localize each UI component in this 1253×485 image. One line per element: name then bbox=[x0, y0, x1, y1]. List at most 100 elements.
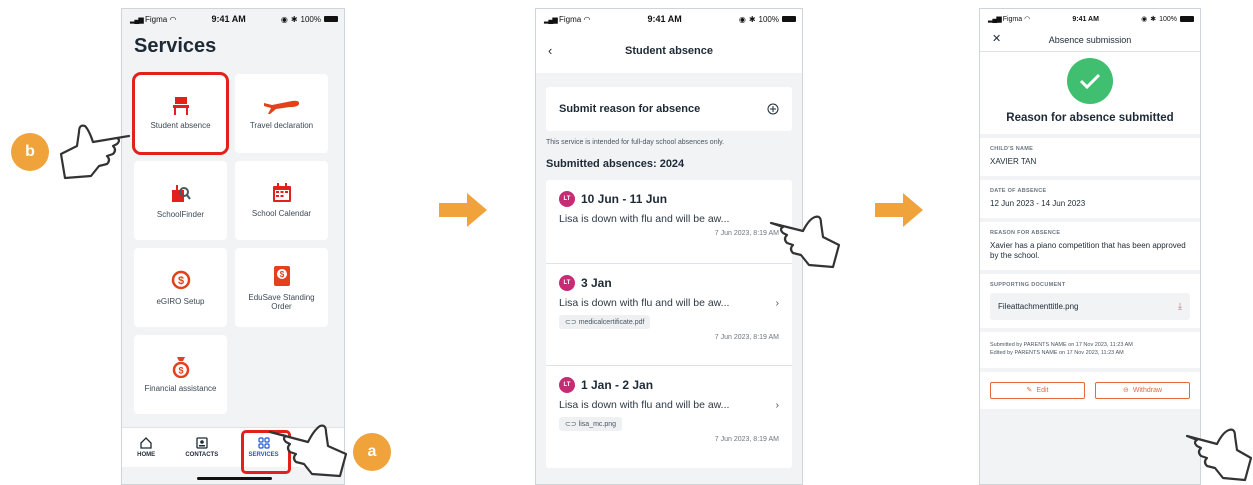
phone-absence-submission-screen: ▂▄▆ Figma ◠ 9:41 AM ◉ ✱ 100% ✕ Absence sub… bbox=[979, 8, 1201, 485]
clock: 9:41 AM bbox=[647, 14, 682, 24]
attachment-name: Fileattachmenttitle.png bbox=[998, 302, 1079, 312]
tile-label: Student absence bbox=[150, 121, 211, 130]
tab-label: CONTACTS bbox=[185, 452, 219, 458]
step-badge-a: a bbox=[353, 433, 391, 471]
step-badge-b: b bbox=[11, 133, 49, 171]
battery-percent: 100% bbox=[1159, 15, 1177, 23]
success-headline: Reason for absence submitted bbox=[1006, 112, 1174, 124]
absence-dates: 1 Jan - 2 Jan bbox=[581, 378, 654, 392]
status-bar: ▂▄▆ Figma ◠ 9:41 AM ◉ ✱ 100% bbox=[122, 9, 344, 29]
tile-label: Financial assistance bbox=[144, 384, 217, 393]
battery-percent: 100% bbox=[758, 14, 779, 24]
alarm-icon: ◉ bbox=[1141, 16, 1148, 23]
submitted-date: 7 Jun 2023, 8:19 AM bbox=[714, 334, 779, 341]
pointing-hand-icon bbox=[769, 215, 841, 269]
clock: 9:41 AM bbox=[211, 14, 246, 24]
section-heading: Submitted absences: 2024 bbox=[546, 158, 685, 170]
dollar-cycle-icon: $ bbox=[171, 270, 190, 290]
submitted-date: 7 Jun 2023, 8:19 AM bbox=[714, 230, 779, 237]
download-icon[interactable]: ⤓ bbox=[1178, 301, 1182, 312]
page-title: Student absence bbox=[624, 45, 714, 57]
tile-travel-declaration[interactable]: Travel declaration bbox=[235, 74, 328, 153]
battery-icon bbox=[1180, 16, 1194, 22]
page-title: Services bbox=[134, 35, 217, 57]
tile-label: SchoolFinder bbox=[156, 210, 205, 219]
absence-item[interactable]: LT 3 Jan Lisa is down with flu and will b… bbox=[546, 264, 792, 366]
signal-icon: ▂▄▆ bbox=[544, 16, 558, 24]
avatar: LT bbox=[559, 275, 575, 291]
tab-home[interactable]: HOME bbox=[137, 437, 155, 458]
alarm-icon: ◉ bbox=[738, 14, 746, 24]
absence-item[interactable]: LT 10 Jun - 11 Jun Lisa is down with flu … bbox=[546, 180, 792, 264]
wifi-icon: ◠ bbox=[583, 14, 591, 24]
edited-by: Edited by PARENTS NAME on 17 Nov 2023, 1… bbox=[990, 349, 1124, 356]
minus-circle-icon: ⊖ bbox=[1122, 387, 1129, 395]
carrier-label: Figma bbox=[1002, 16, 1023, 23]
wifi-icon: ◠ bbox=[169, 14, 177, 24]
absence-item[interactable]: LT 1 Jan - 2 Jan Lisa is down with flu an… bbox=[546, 366, 792, 468]
carrier-label: Figma bbox=[144, 14, 168, 24]
field-label: CHILD'S NAME bbox=[990, 146, 1034, 152]
service-note: This service is intended for full-day sc… bbox=[546, 139, 725, 146]
tile-edusave-standing-order[interactable]: $ EduSave Standing Order bbox=[235, 248, 328, 327]
close-icon[interactable]: ✕ bbox=[992, 32, 1001, 45]
field-value: Xavier has a piano competition that has … bbox=[990, 240, 1186, 261]
absence-description: Lisa is down with flu and will be aw... bbox=[559, 297, 730, 309]
chair-icon bbox=[172, 97, 189, 115]
tile-label: EduSave Standing Order bbox=[248, 292, 315, 311]
field-label: DATE OF ABSENCE bbox=[990, 187, 1047, 194]
airplane-icon bbox=[263, 100, 299, 114]
tile-school-calendar[interactable]: School Calendar bbox=[235, 161, 328, 240]
paperclip-icon: ⊂⊃ bbox=[565, 421, 579, 428]
svg-text:$: $ bbox=[279, 270, 284, 279]
arrow-right-icon bbox=[439, 193, 487, 227]
tile-student-absence[interactable]: Student absence bbox=[132, 72, 229, 155]
attachment-chip[interactable]: ⊂⊃ lisa_mc.png bbox=[559, 417, 623, 431]
attachment-chip[interactable]: ⊂⊃ medicalcertificate.pdf bbox=[559, 315, 651, 329]
field-supporting-document: SUPPORTING DOCUMENT Fileattachmenttitle.… bbox=[980, 274, 1200, 329]
back-chevron-icon[interactable]: ‹ bbox=[548, 43, 552, 58]
field-date-of-absence: DATE OF ABSENCE 12 Jun 2023 - 14 Jun 202… bbox=[980, 179, 1200, 218]
phone-student-absence-screen: ▂▄▆ Figma ◠ 9:41 AM ◉ ✱ 100% ‹ Student abs… bbox=[535, 8, 803, 485]
absence-body: Submit reason for absence This service i… bbox=[536, 73, 802, 468]
status-bar: ▂▄▆ Figma ◠ 9:41 AM ◉ ✱ 100% bbox=[980, 9, 1200, 29]
home-icon bbox=[140, 437, 152, 449]
absence-dates: 3 Jan bbox=[581, 276, 612, 290]
success-banner: Reason for absence submitted bbox=[980, 51, 1200, 134]
field-value: 12 Jun 2023 - 14 Jun 2023 bbox=[990, 198, 1086, 208]
tile-label: eGIRO Setup bbox=[156, 297, 205, 306]
pointing-hand-icon bbox=[59, 124, 131, 180]
field-value: XAVIER TAN bbox=[990, 157, 1037, 166]
action-bar: ✎ Edit ⊖ Withdraw bbox=[980, 371, 1200, 409]
edit-button[interactable]: ✎ Edit bbox=[990, 381, 1085, 399]
button-label: Withdraw bbox=[1132, 386, 1163, 394]
bluetooth-icon: ✱ bbox=[748, 14, 756, 24]
avatar: LT bbox=[559, 191, 575, 207]
field-reason: REASON FOR ABSENCE Xavier has a piano co… bbox=[980, 221, 1200, 271]
tile-label: School Calendar bbox=[251, 209, 312, 218]
clock: 9:41 AM bbox=[1072, 15, 1099, 23]
submit-reason-button[interactable]: Submit reason for absence bbox=[546, 87, 792, 131]
absence-description: Lisa is down with flu and will be aw... bbox=[559, 213, 730, 225]
absence-dates: 10 Jun - 11 Jun bbox=[581, 192, 668, 206]
alarm-icon: ◉ bbox=[280, 14, 288, 24]
tile-schoolfinder[interactable]: SchoolFinder bbox=[134, 161, 227, 240]
submit-label: Submit reason for absence bbox=[559, 103, 701, 115]
svg-text:$: $ bbox=[177, 275, 183, 287]
battery-icon bbox=[781, 16, 796, 22]
battery-icon bbox=[323, 16, 338, 22]
plus-circle-icon bbox=[767, 103, 779, 115]
tab-contacts[interactable]: CONTACTS bbox=[185, 437, 218, 458]
services-grid: Student absence Travel declaration Schoo… bbox=[122, 68, 344, 414]
submitted-date: 7 Jun 2023, 8:19 AM bbox=[714, 436, 779, 443]
absence-description: Lisa is down with flu and will be aw... bbox=[559, 399, 730, 411]
tile-financial-assistance[interactable]: $ Financial assistance bbox=[134, 335, 227, 414]
tile-label: Travel declaration bbox=[249, 121, 314, 130]
chevron-right-icon: › bbox=[775, 297, 780, 309]
attachment-row[interactable]: Fileattachmenttitle.png ⤓ bbox=[990, 293, 1190, 321]
calendar-icon bbox=[272, 183, 291, 202]
check-circle-icon bbox=[1067, 58, 1113, 104]
tile-egiro-setup[interactable]: $ eGIRO Setup bbox=[134, 248, 227, 327]
withdraw-button[interactable]: ⊖ Withdraw bbox=[1095, 381, 1190, 399]
home-indicator bbox=[197, 477, 272, 480]
